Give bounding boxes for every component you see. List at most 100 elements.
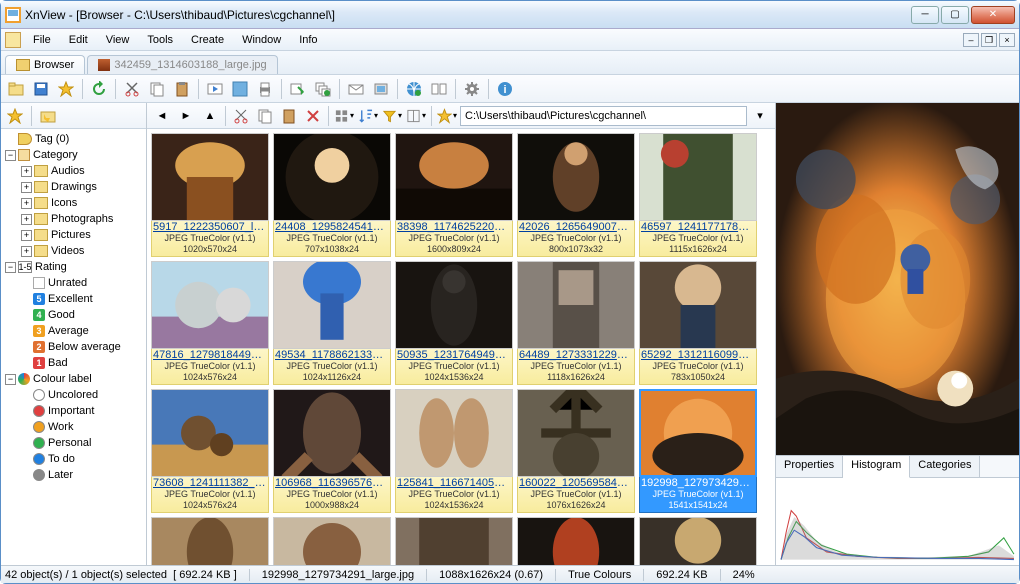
cut-button[interactable]	[121, 78, 143, 100]
thumbnail-item[interactable]: 38398_1174625220_largeJPEG TrueColor (v1…	[395, 133, 513, 257]
tree-colour-item[interactable]: Work	[3, 419, 144, 435]
collapse-icon[interactable]: −	[5, 262, 16, 273]
path-dropdown-button[interactable]: ▾	[749, 105, 771, 127]
tree-tag[interactable]: Tag (0)	[3, 131, 144, 147]
tree-rating-item[interactable]: 2Below average	[3, 339, 144, 355]
nav-forward-button[interactable]: ►	[175, 105, 197, 127]
thumbnail-item[interactable]: 106968_1163965763_la...JPEG TrueColor (v…	[273, 389, 391, 513]
about-button[interactable]: i	[494, 78, 516, 100]
nav-delete-button[interactable]	[302, 105, 324, 127]
slideshow-button[interactable]	[204, 78, 226, 100]
tab-browser[interactable]: Browser	[5, 55, 85, 74]
print-button[interactable]	[254, 78, 276, 100]
batch-convert-button[interactable]	[312, 78, 334, 100]
thumbnail-item[interactable]: 49534_1178862133_largeJPEG TrueColor (v1…	[273, 261, 391, 385]
tree-category-item[interactable]: +Drawings	[3, 179, 144, 195]
menu-edit[interactable]: Edit	[61, 32, 96, 48]
acquire-button[interactable]	[370, 78, 392, 100]
filter-button[interactable]: ▾	[381, 105, 403, 127]
layout-button[interactable]: ▾	[405, 105, 427, 127]
tree-rating-item[interactable]: 3Average	[3, 323, 144, 339]
thumbnail-grid[interactable]: 5917_1222350607_largeJPEG TrueColor (v1.…	[147, 129, 775, 565]
menu-tools[interactable]: Tools	[139, 32, 181, 48]
close-button[interactable]: ✕	[971, 6, 1015, 24]
expand-icon[interactable]: +	[21, 230, 32, 241]
nav-up-button[interactable]: ▲	[199, 105, 221, 127]
minimize-button[interactable]: ─	[911, 6, 939, 24]
tree-colour-item[interactable]: Later	[3, 467, 144, 483]
mdi-minimize-button[interactable]: –	[963, 33, 979, 47]
thumbnail-item[interactable]: 24408_1295824541_largeJPEG TrueColor (v1…	[273, 133, 391, 257]
nav-back-button[interactable]: ◄	[151, 105, 173, 127]
thumbnail-item[interactable]: 47816_1279818449_largeJPEG TrueColor (v1…	[151, 261, 269, 385]
thumbnail-item[interactable]: 244895_1291333321_la...	[639, 517, 757, 565]
favorites-folder-button[interactable]	[38, 106, 58, 126]
refresh-button[interactable]	[88, 78, 110, 100]
tree-category-item[interactable]: +Videos	[3, 243, 144, 259]
copy-button[interactable]	[146, 78, 168, 100]
thumbnail-item[interactable]: 160022_1205695844_la...JPEG TrueColor (v…	[517, 389, 635, 513]
tree-colour-label[interactable]: −Colour label	[3, 371, 144, 387]
thumbnail-item[interactable]: 192998_1279734291_la...JPEG TrueColor (v…	[639, 389, 757, 513]
tree-colour-item[interactable]: Uncolored	[3, 387, 144, 403]
menu-window[interactable]: Window	[234, 32, 289, 48]
tab-image[interactable]: 342459_1314603188_large.jpg	[87, 55, 277, 74]
save-button[interactable]	[30, 78, 52, 100]
tree-colour-item[interactable]: Personal	[3, 435, 144, 451]
tree-rating-item[interactable]: 4Good	[3, 307, 144, 323]
thumbnail-item[interactable]: 5917_1222350607_largeJPEG TrueColor (v1.…	[151, 133, 269, 257]
web-button[interactable]	[403, 78, 425, 100]
fullscreen-button[interactable]	[229, 78, 251, 100]
thumbnail-item[interactable]: 46597_1241177178_largeJPEG TrueColor (v1…	[639, 133, 757, 257]
thumbnail-item[interactable]: 73608_1241111382_largeJPEG TrueColor (v1…	[151, 389, 269, 513]
paste-button[interactable]	[171, 78, 193, 100]
email-button[interactable]	[345, 78, 367, 100]
category-tree[interactable]: Tag (0) −Category +Audios+Drawings+Icons…	[1, 129, 146, 565]
tree-rating-item[interactable]: Unrated	[3, 275, 144, 291]
nav-paste-button[interactable]	[278, 105, 300, 127]
favorites-star-button[interactable]	[5, 106, 25, 126]
tree-rating[interactable]: −1-5Rating	[3, 259, 144, 275]
thumbnail-item[interactable]: 50935_1231764949_largeJPEG TrueColor (v1…	[395, 261, 513, 385]
collapse-icon[interactable]: −	[5, 374, 16, 385]
menu-info[interactable]: Info	[291, 32, 325, 48]
mdi-restore-button[interactable]: ❐	[981, 33, 997, 47]
thumbnail-item[interactable]: 218717_1310767180_la...	[273, 517, 391, 565]
thumbnail-item[interactable]: 64489_1273331229_largeJPEG TrueColor (v1…	[517, 261, 635, 385]
tab-histogram[interactable]: Histogram	[843, 456, 910, 478]
tree-colour-item[interactable]: To do	[3, 451, 144, 467]
favorites-nav-button[interactable]: ▾	[436, 105, 458, 127]
tree-category[interactable]: −Category	[3, 147, 144, 163]
thumbnail-item[interactable]: 227196_1212816787_la...	[395, 517, 513, 565]
menu-file[interactable]: File	[25, 32, 59, 48]
tree-rating-item[interactable]: 1Bad	[3, 355, 144, 371]
mdi-close-button[interactable]: ×	[999, 33, 1015, 47]
menu-view[interactable]: View	[98, 32, 138, 48]
tree-category-item[interactable]: +Photographs	[3, 211, 144, 227]
expand-icon[interactable]: +	[21, 182, 32, 193]
menu-create[interactable]: Create	[183, 32, 232, 48]
tree-category-item[interactable]: +Audios	[3, 163, 144, 179]
favorites-button[interactable]	[55, 78, 77, 100]
settings-button[interactable]	[461, 78, 483, 100]
tab-categories[interactable]: Categories	[910, 456, 980, 477]
expand-icon[interactable]: +	[21, 198, 32, 209]
collapse-icon[interactable]: −	[5, 150, 16, 161]
thumbnail-item[interactable]: 65292_1312116099_largeJPEG TrueColor (v1…	[639, 261, 757, 385]
tree-category-item[interactable]: +Icons	[3, 195, 144, 211]
nav-copy-button[interactable]	[254, 105, 276, 127]
thumbnail-item[interactable]: 232494_1270784666_la...	[517, 517, 635, 565]
tree-category-item[interactable]: +Pictures	[3, 227, 144, 243]
thumbnail-item[interactable]: 42026_1265649007_largeJPEG TrueColor (v1…	[517, 133, 635, 257]
convert-button[interactable]	[287, 78, 309, 100]
open-button[interactable]	[5, 78, 27, 100]
expand-icon[interactable]: +	[21, 214, 32, 225]
maximize-button[interactable]: ▢	[941, 6, 969, 24]
thumbnail-item[interactable]: 125841_1166714058_la...JPEG TrueColor (v…	[395, 389, 513, 513]
thumbnail-item[interactable]: 193080_1180812439_la...	[151, 517, 269, 565]
expand-icon[interactable]: +	[21, 246, 32, 257]
preview-pane[interactable]	[776, 103, 1019, 455]
path-input[interactable]: C:\Users\thibaud\Pictures\cgchannel\	[460, 106, 747, 126]
nav-cut-button[interactable]	[230, 105, 252, 127]
tree-colour-item[interactable]: Important	[3, 403, 144, 419]
